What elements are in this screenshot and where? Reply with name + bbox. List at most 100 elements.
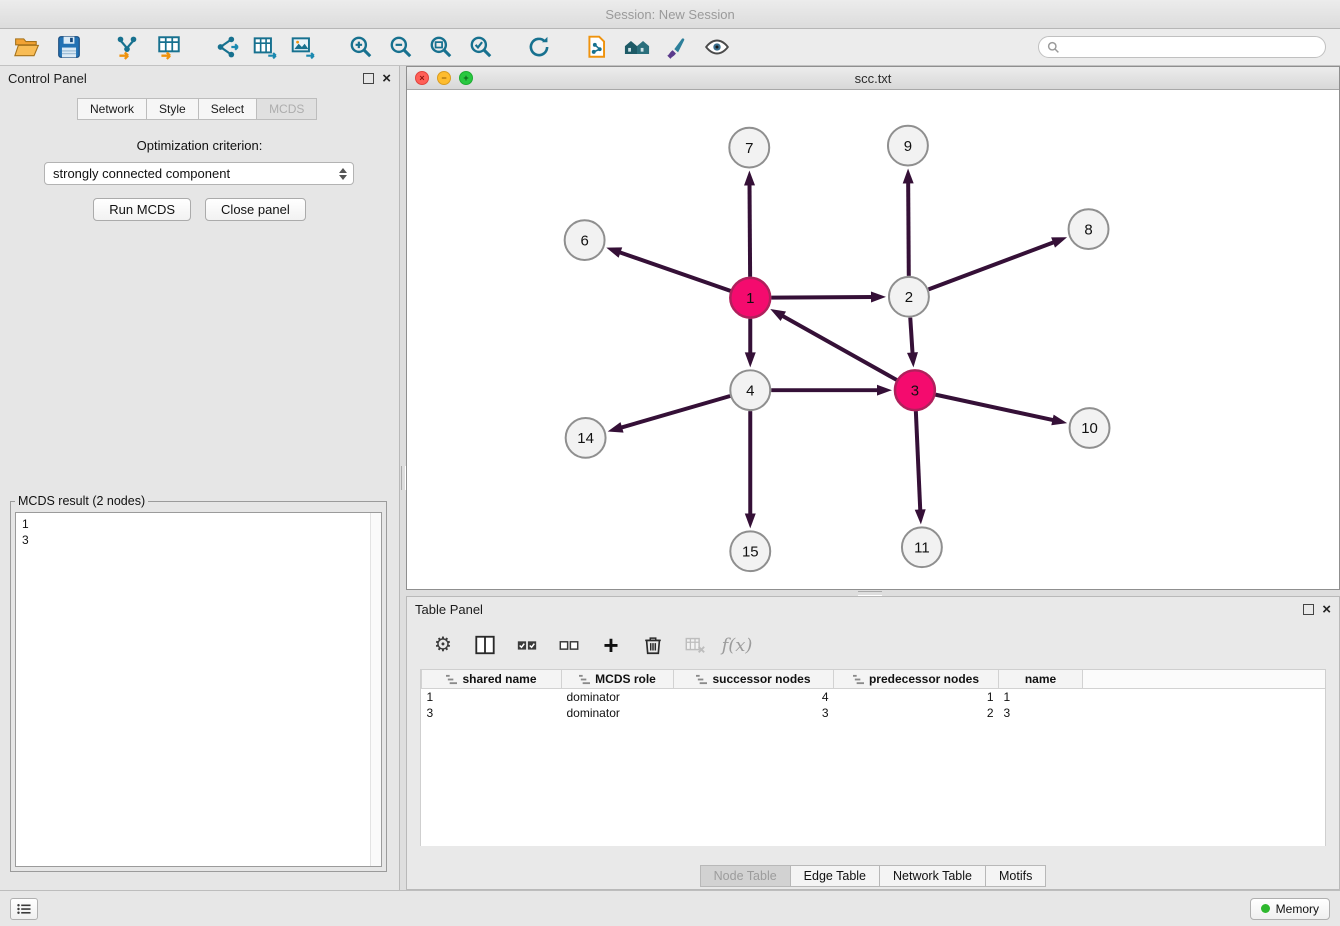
graph-node-15[interactable]: 15: [730, 531, 770, 571]
brush-icon: [664, 34, 690, 60]
column-attr-icon: [579, 674, 590, 685]
graph-edge-4-14[interactable]: [619, 396, 730, 428]
maximize-window-icon[interactable]: +: [459, 71, 473, 85]
tab-mcds[interactable]: MCDS: [257, 98, 317, 120]
search-field[interactable]: [1038, 36, 1326, 58]
graph-edge-1-6[interactable]: [618, 252, 731, 291]
table-cell[interactable]: dominator: [562, 705, 674, 721]
minimize-window-icon[interactable]: −: [437, 71, 451, 85]
float-panel-icon[interactable]: [363, 73, 374, 84]
network-canvas[interactable]: 7 9 6 8 1 2 4 3 14 10 15 11: [407, 90, 1339, 589]
close-panel-button[interactable]: Close panel: [205, 198, 306, 221]
graph-node-10[interactable]: 10: [1070, 408, 1110, 448]
table-panel-title: Table Panel: [415, 602, 483, 617]
close-window-icon[interactable]: ×: [415, 71, 429, 85]
graph-node-11[interactable]: 11: [902, 527, 942, 567]
export-table-button[interactable]: [248, 31, 282, 63]
tab-network-table[interactable]: Network Table: [880, 865, 986, 887]
tab-motifs[interactable]: Motifs: [986, 865, 1046, 887]
graph-edge-3-1[interactable]: [781, 315, 897, 380]
checked-boxes-icon: [516, 634, 538, 656]
close-panel-icon[interactable]: ×: [1322, 602, 1331, 617]
column-header-mcds-role[interactable]: MCDS role: [562, 670, 674, 689]
unselect-all-columns-button[interactable]: [553, 630, 585, 660]
graph-node-2[interactable]: 2: [889, 277, 929, 317]
mcds-result-list[interactable]: 1 3: [15, 512, 382, 867]
graph-edge-3-11[interactable]: [916, 411, 921, 512]
apply-style-button[interactable]: [660, 31, 694, 63]
graph-node-14[interactable]: 14: [566, 418, 606, 458]
result-scrollbar[interactable]: [370, 513, 381, 866]
table-panel-tabs: Node Table Edge Table Network Table Moti…: [407, 865, 1339, 889]
task-history-button[interactable]: [10, 898, 38, 920]
graph-node-6[interactable]: 6: [565, 220, 605, 260]
zoom-out-button[interactable]: [384, 31, 418, 63]
export-image-icon: [290, 34, 316, 60]
delete-column-button[interactable]: [637, 630, 669, 660]
eye-icon: [704, 34, 730, 60]
table-cell[interactable]: dominator: [562, 689, 674, 706]
table-cell[interactable]: 3: [422, 705, 562, 721]
graph-node-9[interactable]: 9: [888, 126, 928, 166]
tab-style[interactable]: Style: [147, 98, 199, 120]
control-panel-header: Control Panel ×: [0, 66, 399, 90]
network-graph[interactable]: 7 9 6 8 1 2 4 3 14 10 15 11: [407, 90, 1339, 589]
graph-node-4[interactable]: 4: [730, 370, 770, 410]
graph-edge-1-2[interactable]: [771, 297, 874, 298]
zoom-fit-button[interactable]: [424, 31, 458, 63]
table-panel-header: Table Panel ×: [407, 597, 1339, 621]
float-panel-icon[interactable]: [1303, 604, 1314, 615]
import-network-button[interactable]: [110, 31, 144, 63]
graph-node-1[interactable]: 1: [730, 278, 770, 318]
column-header-name[interactable]: name: [999, 670, 1083, 689]
new-network-from-selection-button[interactable]: [580, 31, 614, 63]
svg-text:8: 8: [1084, 221, 1092, 238]
graph-edge-2-8[interactable]: [929, 241, 1056, 289]
select-all-columns-button[interactable]: [511, 630, 543, 660]
create-column-button[interactable]: +: [595, 630, 627, 660]
export-network-button[interactable]: [210, 31, 244, 63]
graph-node-7[interactable]: 7: [729, 128, 769, 168]
open-session-button[interactable]: [10, 31, 44, 63]
memory-button-label: Memory: [1276, 902, 1319, 916]
graph-edge-2-9[interactable]: [908, 180, 909, 275]
show-hide-button[interactable]: [700, 31, 734, 63]
tab-select[interactable]: Select: [199, 98, 257, 120]
show-columns-button[interactable]: [469, 630, 501, 660]
edge-arrowhead-icon: [877, 385, 892, 396]
column-header-shared-name[interactable]: shared name: [422, 670, 562, 689]
tab-network[interactable]: Network: [77, 98, 147, 120]
table-row[interactable]: 3dominator323: [422, 705, 1326, 721]
table-cell[interactable]: 3: [999, 705, 1083, 721]
table-cell[interactable]: 1: [422, 689, 562, 706]
graph-edge-2-3[interactable]: [910, 318, 912, 356]
table-cell[interactable]: 3: [674, 705, 834, 721]
export-table-icon: [252, 34, 278, 60]
search-input[interactable]: [1065, 39, 1317, 55]
zoom-in-button[interactable]: [344, 31, 378, 63]
apply-layout-button[interactable]: [522, 31, 556, 63]
table-cell[interactable]: 2: [834, 705, 999, 721]
optimization-select[interactable]: strongly connected component: [44, 162, 354, 185]
tab-edge-table[interactable]: Edge Table: [791, 865, 880, 887]
save-session-button[interactable]: [52, 31, 86, 63]
table-cell[interactable]: 4: [674, 689, 834, 706]
table-cell[interactable]: 1: [834, 689, 999, 706]
graph-edge-3-10[interactable]: [935, 395, 1055, 421]
close-panel-icon[interactable]: ×: [382, 71, 391, 86]
tab-node-table[interactable]: Node Table: [700, 865, 791, 887]
graph-node-8[interactable]: 8: [1069, 209, 1109, 249]
export-image-button[interactable]: [286, 31, 320, 63]
column-header-successor-nodes[interactable]: successor nodes: [674, 670, 834, 689]
table-cell[interactable]: 1: [999, 689, 1083, 706]
zoom-selected-button[interactable]: [464, 31, 498, 63]
table-settings-button[interactable]: ⚙: [427, 630, 459, 660]
first-neighbors-button[interactable]: [620, 31, 654, 63]
import-table-button[interactable]: [152, 31, 186, 63]
column-header-predecessor-nodes[interactable]: predecessor nodes: [834, 670, 999, 689]
graph-node-3[interactable]: 3: [895, 370, 935, 410]
memory-button[interactable]: Memory: [1250, 898, 1330, 920]
graph-edge-1-7[interactable]: [749, 182, 750, 276]
table-row[interactable]: 1dominator411: [422, 689, 1326, 706]
run-mcds-button[interactable]: Run MCDS: [93, 198, 191, 221]
